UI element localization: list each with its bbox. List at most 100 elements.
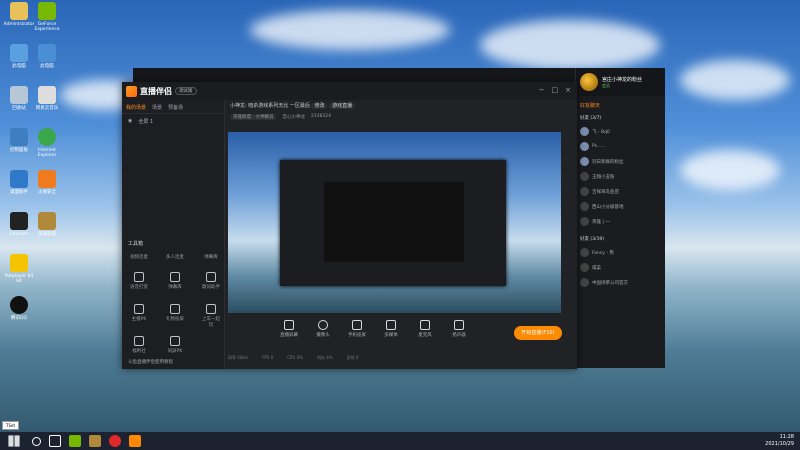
tutorial-link[interactable]: 斗鱼直播伴侣使用教程	[128, 359, 173, 365]
desktop-icon-ie[interactable]: Internet Explorer	[30, 128, 64, 158]
live-companion-taskbar-icon[interactable]	[129, 435, 141, 447]
stream-meta-row: 英雄联盟 - 大神解说 宫心小神龙 2148324	[230, 114, 331, 120]
avatar	[580, 263, 589, 272]
recycle-bin-icon	[10, 86, 28, 104]
microphone-icon	[420, 320, 430, 330]
close-icon[interactable]: ×	[565, 86, 571, 94]
flame-icon	[38, 170, 56, 188]
desktop-icon-geforce[interactable]: GeForce Experience	[30, 2, 64, 32]
tool-danmu[interactable]: 弹幕库	[200, 254, 222, 260]
tool-same-screen-pk[interactable]: 同屏PK	[164, 336, 186, 354]
tools-row: 语音打赏 弹幕库 歌词助手	[128, 272, 222, 290]
phone-icon	[352, 320, 362, 330]
control-panel-icon	[10, 128, 28, 146]
desktop-icon-pc2[interactable]: 此电脑	[30, 44, 64, 69]
tab-my-scenes[interactable]: 我的场景	[126, 104, 146, 111]
chat-section-title: 好友聊天	[580, 103, 601, 109]
lol-icon	[38, 212, 56, 230]
geforce-taskbar-icon[interactable]	[69, 435, 81, 447]
cloud	[680, 150, 780, 190]
tool-lyrics[interactable]: 歌词助手	[200, 272, 222, 290]
computer-icon	[10, 44, 28, 62]
monitor-icon	[284, 320, 294, 330]
microphone-button[interactable]: 麦克风	[414, 320, 436, 338]
list-item[interactable]: 中国绿茶公司官方	[576, 275, 665, 290]
tool-car[interactable]: 上车一起玩	[200, 304, 222, 328]
avatar	[580, 187, 589, 196]
list-item[interactable]: 英雄 | 一	[576, 214, 665, 229]
media-button[interactable]: 多媒体	[380, 320, 402, 338]
tab-scenes[interactable]: 场景	[152, 104, 162, 111]
chat-user-name: 宫庄小神龙的粉丝	[602, 76, 643, 83]
list-item[interactable]: 咸菜	[576, 260, 665, 275]
potplayer-icon	[10, 254, 28, 272]
task-view-icon[interactable]	[49, 435, 61, 447]
start-live-button[interactable]: 开始直播(F10)	[514, 326, 562, 340]
desktop-icon-qq[interactable]: 腾讯QQ	[2, 296, 36, 321]
tools-row: 主播PK 礼物投屏 上车一起玩	[128, 304, 222, 328]
tool-pk[interactable]: 主播PK	[128, 304, 150, 328]
tool-danmu-lib[interactable]: 弹幕库	[164, 272, 186, 290]
avatar[interactable]	[580, 73, 598, 91]
computer-icon	[38, 44, 56, 62]
system-clock[interactable]: 11:28 2021/10/29	[765, 434, 794, 448]
home-icon	[170, 336, 180, 346]
edit-title-button[interactable]: 修改	[311, 103, 328, 109]
chat-header: 宫庄小神龙的粉丝 会员	[576, 68, 665, 96]
host-name: 宫心小神龙	[282, 115, 305, 120]
scene-item[interactable]: ◉ 全屏 1	[122, 114, 224, 129]
stream-preview[interactable]	[228, 132, 561, 313]
desktop-icon-potplayer[interactable]: Potplayer 64 bit	[2, 254, 36, 284]
eye-icon[interactable]: ◉	[128, 118, 132, 125]
status-bar: 码率 0kb/s FPS 0 CPU 4% 内存 4% 丢帧 0	[228, 355, 359, 360]
tool-voice-gift[interactable]: 语音打赏	[128, 272, 150, 290]
search-icon[interactable]	[32, 436, 41, 446]
tab-presets[interactable]: 预备场	[168, 104, 183, 111]
list-item[interactable]: 刘日新鲜的粉丝	[576, 154, 665, 169]
calendar-icon	[170, 272, 180, 282]
camera-button[interactable]: 摄像头	[312, 320, 334, 338]
phone-cast-button[interactable]: 手机投屏	[346, 320, 368, 338]
welfare-icon	[134, 336, 144, 346]
camera-icon	[318, 320, 328, 330]
speaker-button[interactable]: 扬声器	[448, 320, 470, 338]
toast: TSet	[2, 421, 20, 430]
chat-panel: 宫庄小神龙的粉丝 会员 好友聊天 好友 (3/7) 飞 - Bq0 Ps....…	[575, 68, 665, 368]
member-tag: 会员	[602, 82, 610, 88]
list-item[interactable]: 飞 - Bq0	[576, 124, 665, 139]
desktop-icon-huorong[interactable]: 火绒安全	[30, 170, 64, 195]
preview-nested-window	[280, 160, 506, 286]
list-item[interactable]: 西山小分级基地	[576, 199, 665, 214]
cloud	[480, 20, 660, 70]
list-item[interactable]: 王翔小丑粉	[576, 169, 665, 184]
minimize-icon[interactable]: −	[539, 86, 545, 94]
avatar	[580, 278, 589, 287]
desktop-icon-lol[interactable]: 英雄联盟	[30, 212, 64, 237]
screen-capture-button[interactable]: 直播屏幕	[278, 320, 300, 338]
maximize-icon[interactable]: □	[552, 86, 559, 94]
avatar	[580, 172, 589, 181]
tool-video-link[interactable]: 视频连麦	[128, 254, 150, 260]
tool-welfare[interactable]: 福利社	[128, 336, 150, 354]
league-taskbar-icon[interactable]	[89, 435, 101, 447]
app-logo-icon	[126, 85, 137, 97]
category-pill[interactable]: 英雄联盟 - 大神解说	[230, 114, 277, 120]
gamepad-icon	[206, 304, 216, 314]
speaker-icon	[454, 320, 464, 330]
netease-music-taskbar-icon[interactable]	[109, 435, 121, 447]
list-item[interactable]: Fancy - 熊	[576, 245, 665, 260]
source-pill[interactable]: 游戏直播	[329, 103, 356, 109]
list-item[interactable]: Ps......	[576, 139, 665, 154]
play-icon	[386, 320, 396, 330]
pk-icon	[134, 304, 144, 314]
qq-penguin-icon	[10, 296, 28, 314]
scene-tabs: 我的场景 场景 预备场	[122, 100, 224, 114]
list-item[interactable]: 吉祥海岛鱼苗	[576, 184, 665, 199]
friend-group-2[interactable]: 好友 (3/19)	[576, 233, 665, 245]
tool-multi-link[interactable]: 多人连麦	[164, 254, 186, 260]
avatar	[580, 217, 589, 226]
windows-start-icon[interactable]	[8, 435, 20, 447]
desktop-icon-music[interactable]: 网易云音乐	[30, 86, 64, 111]
tool-gift-cast[interactable]: 礼物投屏	[164, 304, 186, 328]
friend-group-1[interactable]: 好友 (3/7)	[576, 112, 665, 124]
